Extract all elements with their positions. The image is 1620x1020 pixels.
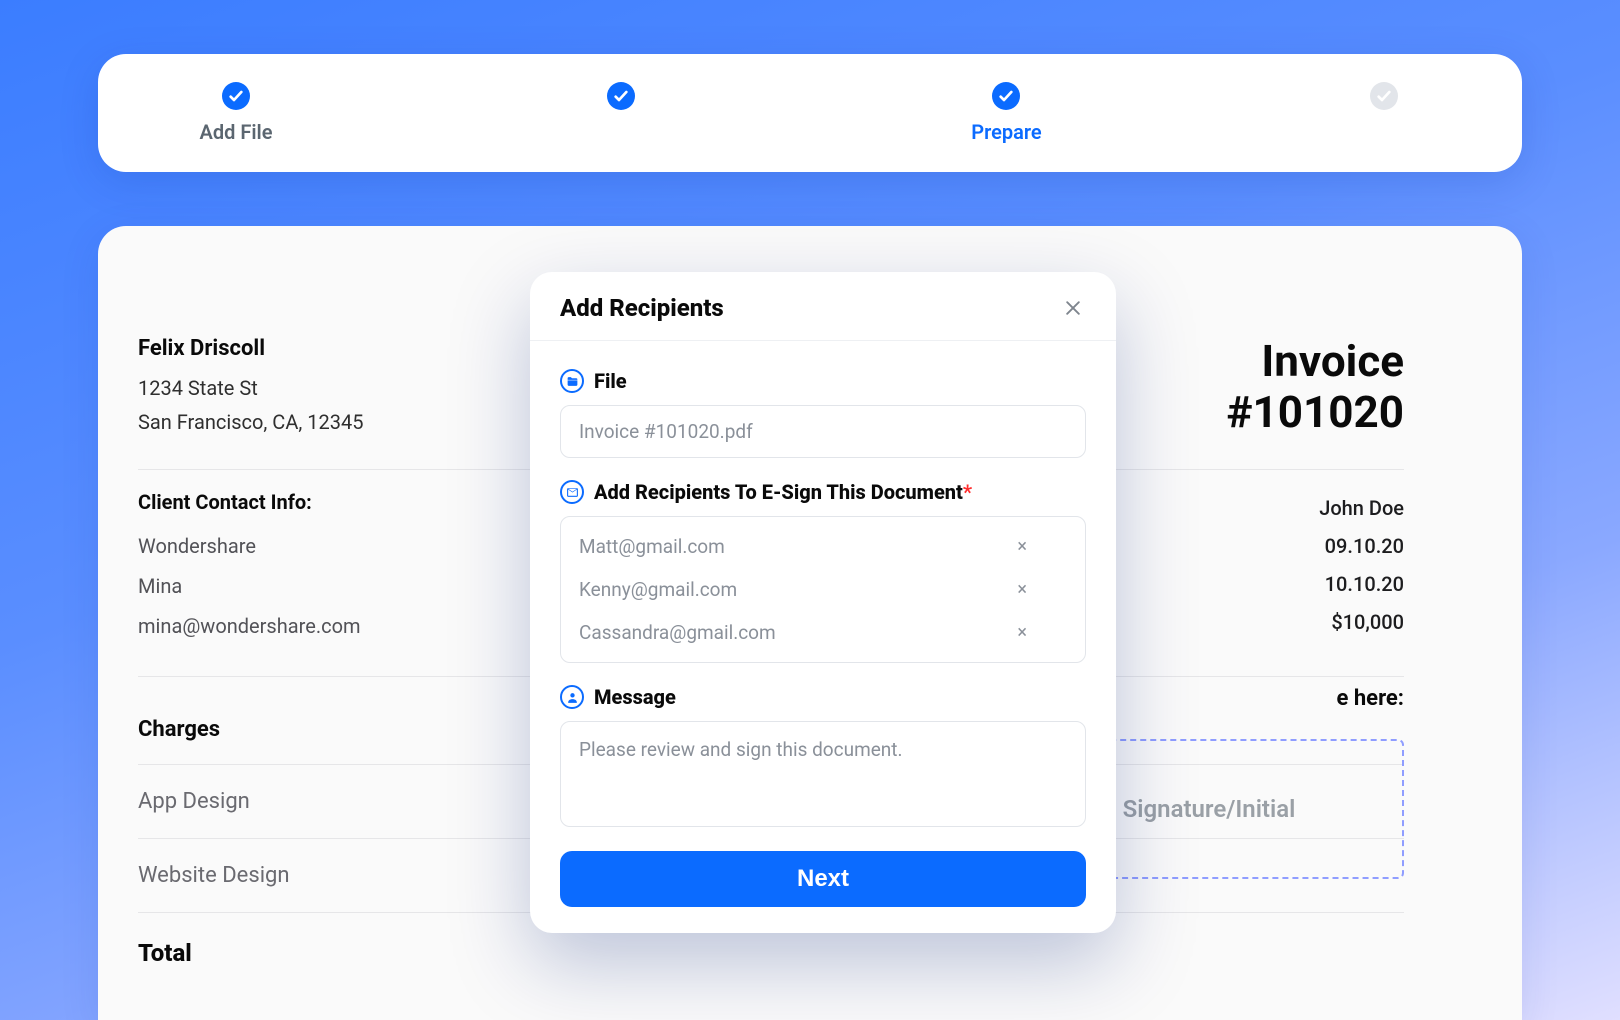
step-label: Prepare [971, 120, 1041, 144]
recipient-email: Kenny@gmail.com [579, 578, 737, 601]
signature-prompt-partial: e here: [1337, 686, 1404, 711]
recipients-input[interactable]: Matt@gmail.com × Kenny@gmail.com × Cassa… [560, 516, 1086, 663]
modal-title: Add Recipients [560, 294, 724, 322]
check-icon [1370, 82, 1398, 110]
next-button[interactable]: Next [560, 851, 1086, 907]
recipient-row: Matt@gmail.com × [579, 525, 1067, 568]
remove-recipient-icon[interactable]: × [1017, 579, 1067, 600]
remove-recipient-icon[interactable]: × [1017, 622, 1067, 643]
recipient-email: Cassandra@gmail.com [579, 621, 776, 644]
message-field-label: Message [594, 685, 676, 709]
file-input-value: Invoice #101020.pdf [579, 420, 753, 443]
recipient-row: Kenny@gmail.com × [579, 568, 1067, 611]
client-person: Mina [138, 566, 558, 606]
check-icon [992, 82, 1020, 110]
meta-amount: $10,000 [1331, 610, 1404, 634]
meta-rep-value: John Doe [1319, 496, 1404, 520]
client-email: mina@wondershare.com [138, 606, 558, 646]
meta-date-1: 09.10.20 [1325, 534, 1404, 558]
close-icon[interactable] [1060, 295, 1086, 321]
step-send[interactable]: Send [1324, 82, 1444, 144]
remove-recipient-icon[interactable]: × [1017, 536, 1067, 557]
sender-name: Felix Driscoll [138, 336, 558, 361]
sender-address-1: 1234 State St [138, 371, 558, 405]
user-icon [560, 685, 584, 709]
file-field-label: File [594, 369, 627, 393]
step-label: Add File [200, 120, 273, 144]
sender-address-2: San Francisco, CA, 12345 [138, 405, 558, 439]
client-company: Wondershare [138, 526, 558, 566]
check-icon [607, 82, 635, 110]
message-input[interactable]: Please review and sign this document. [560, 721, 1086, 827]
step-add-file[interactable]: Add File [176, 82, 296, 144]
stepper-bar: Add File Add Recipients Prepare Send [98, 54, 1522, 172]
message-placeholder-text: Please review and sign this document. [579, 738, 903, 761]
signature-placeholder: Signature/Initial [1123, 795, 1296, 823]
meta-date-2: 10.10.20 [1325, 572, 1404, 596]
recipient-email: Matt@gmail.com [579, 535, 725, 558]
recipients-field-label: Add Recipients To E-Sign This Document* [594, 480, 972, 504]
check-icon [222, 82, 250, 110]
mail-icon [560, 480, 584, 504]
step-add-recipients[interactable]: Add Recipients [554, 82, 689, 144]
file-icon [560, 369, 584, 393]
add-recipients-modal: Add Recipients File Invoice #101020.pdf [530, 272, 1116, 933]
step-prepare[interactable]: Prepare [946, 82, 1066, 144]
file-input[interactable]: Invoice #101020.pdf [560, 405, 1086, 458]
recipient-row: Cassandra@gmail.com × [579, 611, 1067, 654]
client-contact-header: Client Contact Info: [138, 490, 558, 514]
